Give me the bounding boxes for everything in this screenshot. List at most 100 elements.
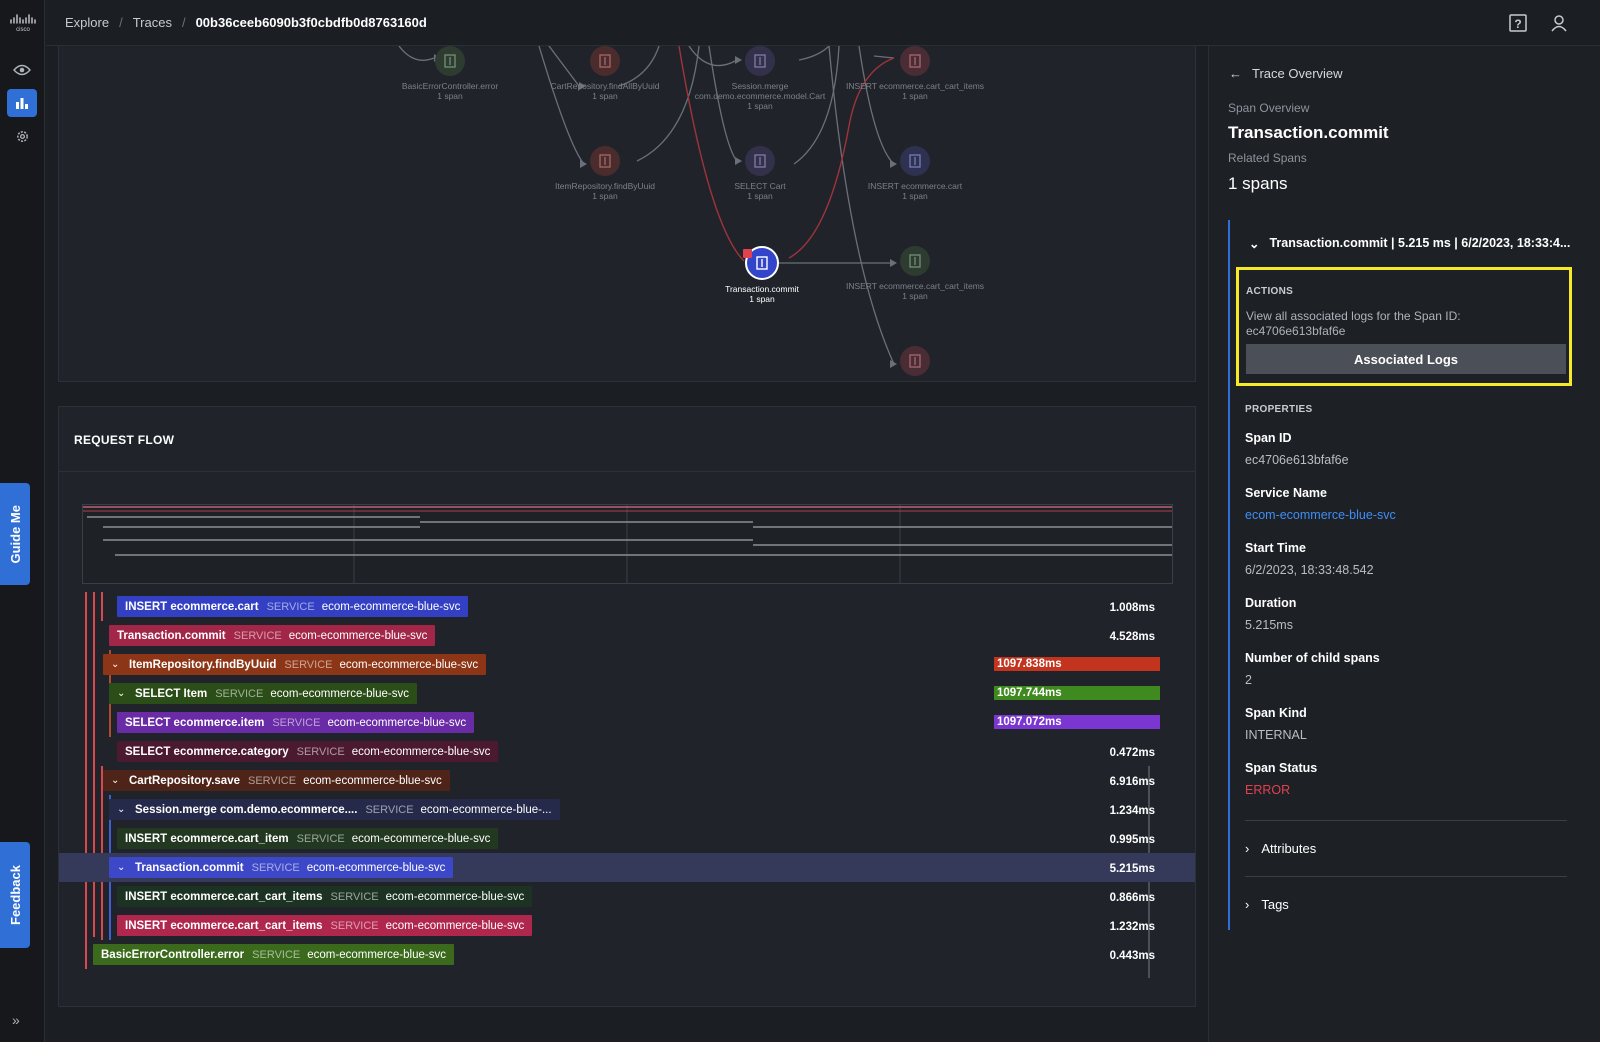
graph-node[interactable]: [590, 146, 620, 176]
table-row[interactable]: INSERT ecommerce.cart_cart_items SERVICE e…: [59, 911, 1195, 940]
span-kind-value: INTERNAL: [1245, 728, 1307, 742]
attributes-expander[interactable]: › Attributes: [1245, 841, 1316, 856]
breadcrumb: Explore / Traces / 00b36ceeb6090b3f0cbdf…: [65, 15, 427, 30]
graph-node[interactable]: [435, 46, 465, 76]
request-flow-panel: REQUEST FLOW INSERT ecommerce.cart SERVI…: [58, 406, 1196, 1007]
tags-label: Tags: [1261, 897, 1289, 912]
span-duration: 0.995ms: [1109, 834, 1155, 846]
chevron-right-icon: ›: [1245, 897, 1250, 912]
graph-node[interactable]: [900, 246, 930, 276]
graph-node-label: INSERT ecommerce.cart_cart_items 1 span: [845, 281, 985, 301]
table-row[interactable]: ⌄ CartRepository.save SERVICE ecom-ecommerc…: [59, 766, 1195, 795]
breadcrumb-traces[interactable]: Traces: [133, 15, 172, 30]
span-duration: 0.472ms: [1109, 747, 1155, 759]
cisco-logo-icon: cisco: [10, 14, 36, 32]
user-icon[interactable]: [1549, 13, 1569, 33]
arrow-left-icon: ←: [1229, 66, 1242, 81]
table-row[interactable]: SELECT ecommerce.category SERVICE ecom-eco…: [59, 737, 1195, 766]
table-row[interactable]: ⌄ ItemRepository.findByUuid SERVICE ecom-ec…: [59, 650, 1195, 679]
guide-me-label: Guide Me: [7, 504, 23, 564]
expand-rail-icon[interactable]: »: [12, 1012, 20, 1028]
span-duration: 0.866ms: [1109, 892, 1155, 904]
trace-overview-back[interactable]: ← Trace Overview: [1229, 66, 1343, 81]
span-pill[interactable]: SELECT ecommerce.category SERVICE ecom-eco…: [117, 741, 499, 762]
graph-node-label: CartRepository.findAllByUuid 1 span: [550, 81, 660, 101]
span-duration: 6.916ms: [1109, 776, 1155, 788]
table-row[interactable]: BasicErrorController.error SERVICE ecom-ec…: [59, 940, 1195, 969]
span-pill[interactable]: INSERT ecommerce.cart_cart_items SERVICE e…: [117, 886, 533, 907]
breadcrumb-separator: /: [181, 15, 186, 30]
child-spans-value: 2: [1245, 673, 1252, 687]
table-row[interactable]: Transaction.commit SERVICE ecom-ecommerce-…: [59, 621, 1195, 650]
table-row[interactable]: ⌄ SELECT Item SERVICE ecom-ecommerce-blue-s…: [59, 679, 1195, 708]
span-node-icon: [756, 256, 768, 270]
child-spans-key: Number of child spans: [1245, 651, 1380, 665]
tags-expander[interactable]: › Tags: [1245, 897, 1289, 912]
breadcrumb-explore[interactable]: Explore: [65, 15, 109, 30]
trace-graph[interactable]: BasicErrorController.error 1 span CartRep…: [58, 46, 1196, 382]
settings-nav[interactable]: [7, 122, 37, 150]
service-name-link[interactable]: ecom-ecommerce-blue-svc: [1245, 508, 1396, 522]
span-pill[interactable]: INSERT ecommerce.cart SERVICE ecom-ecommer…: [117, 596, 469, 617]
svg-text:cisco: cisco: [16, 27, 30, 32]
span-kind-key: Span Kind: [1245, 706, 1307, 720]
span-pill[interactable]: ⌄ Session.merge com.demo.ecommerce.... SER…: [109, 799, 560, 820]
associated-logs-button[interactable]: Associated Logs: [1246, 344, 1566, 374]
span-node-icon: [909, 354, 921, 368]
span-pill[interactable]: INSERT ecommerce.cart_cart_items SERVICE e…: [117, 915, 533, 936]
graph-node[interactable]: [900, 346, 930, 376]
breadcrumb-separator: /: [119, 15, 123, 30]
span-id-value: ec4706e613bfaf6e: [1245, 453, 1349, 467]
span-duration: 5.215ms: [1109, 863, 1155, 875]
graph-node[interactable]: [745, 46, 775, 76]
actions-description: View all associated logs for the Span ID…: [1246, 309, 1461, 338]
span-id-key: Span ID: [1245, 431, 1292, 445]
graph-node[interactable]: [590, 46, 620, 76]
table-row[interactable]: INSERT ecommerce.cart_item SERVICE ecom-ec…: [59, 824, 1195, 853]
span-status-key: Span Status: [1245, 761, 1318, 775]
span-pill[interactable]: ⌄ CartRepository.save SERVICE ecom-ecommerc…: [103, 770, 450, 791]
back-label: Trace Overview: [1252, 66, 1343, 81]
graph-node[interactable]: [900, 146, 930, 176]
graph-node[interactable]: [745, 146, 775, 176]
span-node-icon: [909, 154, 921, 168]
span-pill[interactable]: SELECT ecommerce.item SERVICE ecom-ecommer…: [117, 712, 475, 733]
chevron-down-icon[interactable]: ⌄: [117, 804, 127, 815]
properties-label: PROPERTIES: [1245, 404, 1313, 415]
chevron-down-icon[interactable]: ⌄: [117, 688, 127, 699]
table-row[interactable]: INSERT ecommerce.cart SERVICE ecom-ecommer…: [59, 592, 1195, 621]
actions-label: ACTIONS: [1246, 286, 1294, 297]
chevron-down-icon[interactable]: ⌄: [1249, 236, 1259, 251]
chevron-down-icon[interactable]: ⌄: [111, 659, 121, 670]
span-node-icon: [754, 154, 766, 168]
guide-me-tab[interactable]: Guide Me: [0, 483, 30, 585]
table-row[interactable]: SELECT ecommerce.item SERVICE ecom-ecommer…: [59, 708, 1195, 737]
analytics-nav[interactable]: [7, 89, 37, 117]
feedback-tab[interactable]: Feedback: [0, 842, 30, 948]
span-duration-bar: 1097.838ms: [994, 657, 1160, 671]
span-duration: 1.008ms: [1109, 602, 1155, 614]
feedback-label: Feedback: [7, 865, 23, 925]
span-title: Transaction.commit: [1228, 123, 1389, 142]
span-pill[interactable]: BasicErrorController.error SERVICE ecom-ec…: [93, 944, 454, 965]
span-duration: 0.443ms: [1109, 950, 1155, 962]
graph-node[interactable]: [900, 46, 930, 76]
span-pill[interactable]: ⌄ ItemRepository.findByUuid SERVICE ecom-ec…: [103, 654, 487, 675]
span-pill[interactable]: ⌄ SELECT Item SERVICE ecom-ecommerce-blue-s…: [109, 683, 417, 704]
help-icon[interactable]: ?: [1508, 13, 1528, 33]
chevron-down-icon[interactable]: ⌄: [117, 862, 127, 873]
table-row[interactable]: ⌄ Session.merge com.demo.ecommerce.... SER…: [59, 795, 1195, 824]
span-pill[interactable]: ⌄ Transaction.commit SERVICE ecom-ecommerce…: [109, 857, 454, 878]
span-node-icon: [599, 154, 611, 168]
table-row[interactable]: INSERT ecommerce.cart_cart_items SERVICE e…: [59, 882, 1195, 911]
table-row-selected[interactable]: ⌄ Transaction.commit SERVICE ecom-ecommerce…: [59, 853, 1195, 882]
span-duration-bar: 1097.744ms: [994, 686, 1160, 700]
span-pill[interactable]: INSERT ecommerce.cart_item SERVICE ecom-ec…: [117, 828, 499, 849]
observe-nav[interactable]: [7, 56, 37, 84]
svg-text:?: ?: [1514, 17, 1521, 31]
related-spans-value: 1 spans: [1228, 174, 1288, 193]
chevron-down-icon[interactable]: ⌄: [111, 775, 121, 786]
span-pill[interactable]: Transaction.commit SERVICE ecom-ecommerce-…: [109, 625, 436, 646]
span-header[interactable]: ⌄ Transaction.commit | 5.215 ms | 6/2/20…: [1249, 236, 1579, 251]
timeline-minimap[interactable]: [82, 504, 1173, 584]
